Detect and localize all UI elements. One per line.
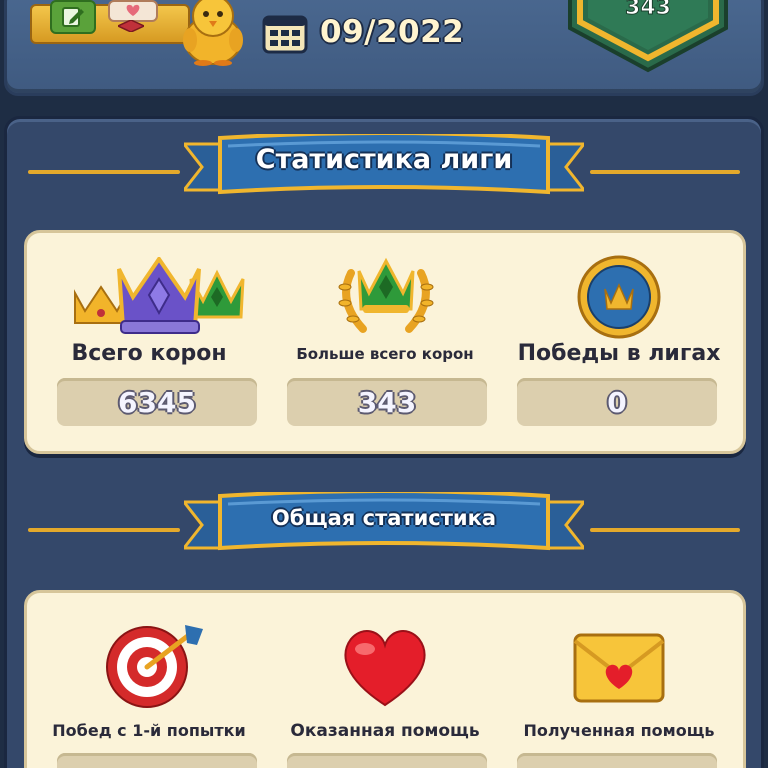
golden-chick-icon [183, 0, 243, 66]
stat-value: 0 [607, 385, 627, 419]
heart-card-icon [108, 0, 158, 22]
stat-label: Оказанная помощь [290, 721, 480, 741]
stat-label: Больше всего корон [296, 345, 474, 363]
general-stats-card: Побед с 1-й попытки Оказанная помощь Пол… [24, 590, 746, 768]
stat-label: Побед с 1-й попытки [52, 721, 246, 740]
banner-divider-left [28, 170, 180, 174]
stat-most-crowns: Больше всего корон 343 [267, 233, 503, 453]
league-stats-card: Всего корон 6345 Больше всего корон 343 [24, 230, 746, 454]
heart-icon [344, 630, 426, 707]
stat-value-box: 6345 [57, 378, 257, 426]
banner-divider-right [590, 170, 740, 174]
note-edit-icon[interactable] [50, 0, 96, 34]
league-shield-icon[interactable]: 343 [566, 0, 730, 74]
target-icon [106, 625, 203, 708]
stat-help-given: Оказанная помощь [267, 593, 503, 768]
league-stats-banner: Статистика лиги [184, 134, 584, 202]
stat-value: 6345 [118, 385, 196, 419]
general-stats-title: Общая статистика [271, 506, 497, 530]
stat-value-box [517, 753, 717, 768]
stat-total-crowns: Всего корон 6345 [31, 233, 267, 453]
stat-league-wins: Победы в лигах 0 [501, 233, 737, 453]
envelope-heart-icon [573, 633, 665, 703]
stat-first-try-wins: Побед с 1-й попытки [31, 593, 267, 768]
stat-label: Победы в лигах [517, 341, 721, 366]
banner-divider-left [28, 528, 180, 532]
stat-value-box: 0 [517, 378, 717, 426]
stat-value: 343 [357, 385, 417, 419]
stat-value-box [57, 753, 257, 768]
stat-label: Всего корон [71, 341, 227, 366]
stat-help-received: Полученная помощь [501, 593, 737, 768]
crowns-icon [74, 257, 245, 334]
stat-label: Полученная помощь [523, 721, 715, 740]
stat-value-box: 343 [287, 378, 487, 426]
crown-medal-icon [577, 255, 661, 339]
stat-value-box [287, 753, 487, 768]
general-stats-banner: Общая статистика [184, 492, 584, 558]
league-stats-title: Статистика лиги [255, 144, 513, 175]
shield-value: 343 [625, 0, 671, 20]
laurel-crown-icon [338, 257, 434, 333]
calendar-icon [262, 15, 308, 54]
join-date: 09/2022 [320, 14, 465, 50]
ruby-icon [118, 20, 144, 32]
banner-divider-right [590, 528, 740, 532]
